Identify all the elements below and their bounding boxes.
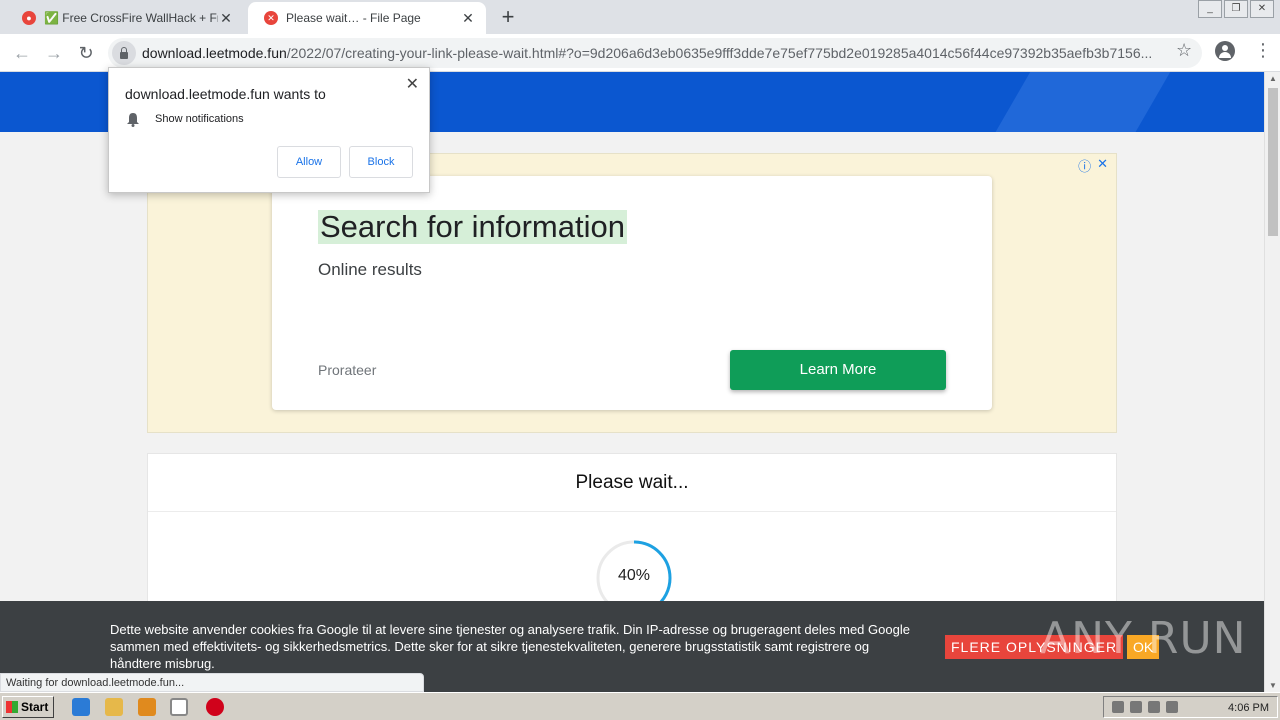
chrome-icon[interactable] bbox=[170, 698, 188, 716]
ie-icon[interactable] bbox=[72, 698, 90, 716]
permission-label: Show notifications bbox=[155, 113, 244, 125]
status-bar: Waiting for download.leetmode.fun... bbox=[0, 673, 424, 692]
media-player-icon[interactable] bbox=[138, 698, 156, 716]
reload-icon[interactable]: ↻ bbox=[74, 41, 98, 65]
restore-button[interactable]: ❐ bbox=[1224, 0, 1248, 18]
cookie-text: Dette website anvender cookies fra Googl… bbox=[110, 622, 910, 671]
scroll-down-icon[interactable]: ▼ bbox=[1269, 681, 1277, 690]
learn-more-button[interactable]: Learn More bbox=[730, 350, 946, 390]
taskbar: Start 4:06 PM bbox=[0, 692, 1280, 720]
close-ad-icon[interactable]: ✕ bbox=[1097, 156, 1108, 175]
url-text[interactable]: download.leetmode.fun/2022/07/creating-y… bbox=[142, 45, 1162, 61]
url-path: /2022/07/creating-your-link-please-wait.… bbox=[286, 45, 1153, 61]
popup-site-text: download.leetmode.fun wants to bbox=[125, 86, 326, 102]
minimize-button[interactable]: _ bbox=[1198, 0, 1222, 18]
back-icon[interactable]: ← bbox=[10, 41, 34, 65]
start-label: Start bbox=[21, 700, 49, 714]
forward-icon[interactable]: → bbox=[42, 41, 66, 65]
progress-percent: 40% bbox=[617, 567, 651, 584]
close-icon[interactable]: ✕ bbox=[460, 10, 476, 27]
ad-banner[interactable]: ⓘ ✕ Search for information Online result… bbox=[147, 153, 1117, 433]
wait-heading: Please wait... bbox=[148, 454, 1116, 512]
account-icon[interactable] bbox=[1215, 41, 1235, 61]
scrollbar-thumb[interactable] bbox=[1268, 88, 1278, 236]
allow-button[interactable]: Allow bbox=[277, 146, 341, 178]
clock[interactable]: 4:06 PM bbox=[1228, 699, 1269, 717]
folder-icon[interactable] bbox=[105, 698, 123, 716]
lock-icon[interactable] bbox=[112, 41, 136, 65]
window-controls: _ ❐ ✕ bbox=[1198, 0, 1274, 18]
start-button[interactable]: Start bbox=[2, 696, 54, 718]
flag-icon[interactable] bbox=[1166, 701, 1178, 713]
close-icon[interactable]: ✕ bbox=[218, 10, 234, 27]
address-bar[interactable]: download.leetmode.fun/2022/07/creating-y… bbox=[108, 38, 1202, 68]
windows-logo-icon bbox=[6, 701, 18, 713]
ad-choices[interactable]: ⓘ ✕ bbox=[1078, 156, 1108, 175]
tab-favicon-icon: ● bbox=[22, 11, 36, 25]
tab-strip: ● ✅ Free CrossFire WallHack + Freeze ✕ ✕… bbox=[0, 0, 1280, 34]
tab-crossfire[interactable]: ● ✅ Free CrossFire WallHack + Freeze ✕ bbox=[6, 2, 244, 34]
close-icon[interactable]: ✕ bbox=[406, 74, 419, 94]
ad-card[interactable]: Search for information Online results Pr… bbox=[272, 176, 992, 410]
tab-title: ✅ Free CrossFire WallHack + Freeze bbox=[44, 11, 218, 25]
notification-permission-popup: download.leetmode.fun wants to ✕ Show no… bbox=[108, 67, 430, 193]
ad-title[interactable]: Search for information bbox=[318, 210, 627, 244]
bookmark-star-icon[interactable]: ☆ bbox=[1176, 40, 1192, 61]
page-scrollbar[interactable]: ▲ ▼ bbox=[1264, 72, 1280, 692]
scroll-up-icon[interactable]: ▲ bbox=[1269, 74, 1277, 83]
close-window-button[interactable]: ✕ bbox=[1250, 0, 1274, 18]
volume-icon[interactable] bbox=[1130, 701, 1142, 713]
anyrun-watermark: ANY RUN bbox=[1040, 613, 1247, 664]
kebab-menu-icon[interactable]: ⋮ bbox=[1254, 40, 1272, 61]
ad-subtitle: Online results bbox=[318, 260, 422, 279]
tab-favicon-icon: ✕ bbox=[264, 11, 278, 25]
ad-brand: Prorateer bbox=[318, 362, 377, 378]
tab-title: Please wait… - File Page bbox=[286, 11, 421, 25]
header-decoration bbox=[978, 72, 1182, 132]
url-host: download.leetmode.fun bbox=[142, 45, 287, 61]
info-icon[interactable]: ⓘ bbox=[1078, 156, 1091, 175]
new-tab-button[interactable]: + bbox=[496, 6, 520, 30]
network-icon[interactable] bbox=[1148, 701, 1160, 713]
system-tray: 4:06 PM bbox=[1103, 696, 1278, 718]
tab-please-wait[interactable]: ✕ Please wait… - File Page ✕ bbox=[248, 2, 486, 34]
tray-expand-icon[interactable] bbox=[1112, 701, 1124, 713]
block-button[interactable]: Block bbox=[349, 146, 413, 178]
bell-icon bbox=[127, 113, 139, 127]
opera-icon[interactable] bbox=[206, 698, 224, 716]
